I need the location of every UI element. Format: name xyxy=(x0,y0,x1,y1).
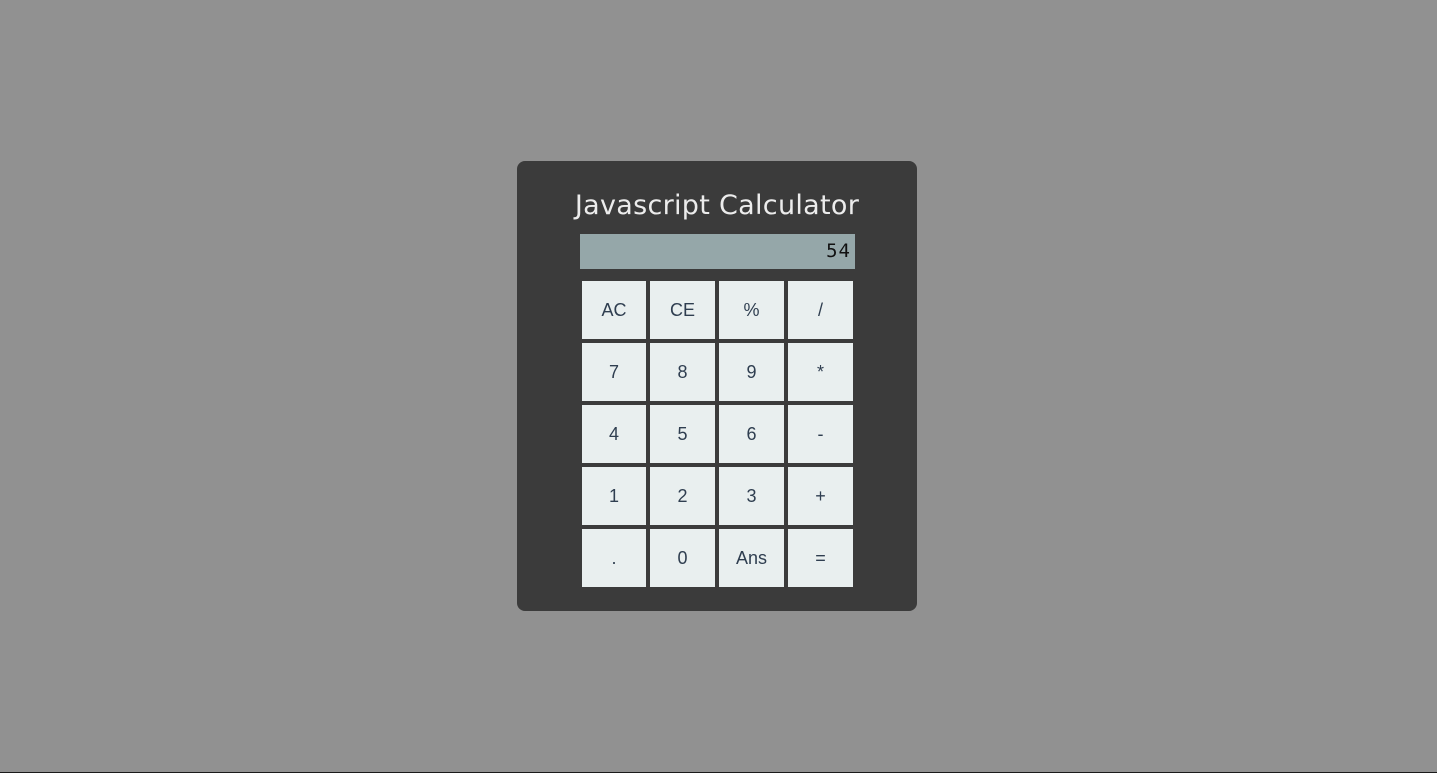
calculator-title-container: Javascript Calculator xyxy=(517,186,917,226)
keypad: AC CE % / 7 8 9 * 4 5 6 - 1 2 3 + . 0 An… xyxy=(582,281,854,587)
key-clear-entry[interactable]: CE xyxy=(650,281,715,339)
key-multiply[interactable]: * xyxy=(788,343,853,401)
key-4[interactable]: 4 xyxy=(582,405,646,463)
key-3[interactable]: 3 xyxy=(719,467,784,525)
key-2[interactable]: 2 xyxy=(650,467,715,525)
key-equals[interactable]: = xyxy=(788,529,853,587)
key-8[interactable]: 8 xyxy=(650,343,715,401)
key-1[interactable]: 1 xyxy=(582,467,646,525)
calculator-panel: Javascript Calculator 54 AC CE % / 7 8 9… xyxy=(517,161,917,611)
key-add[interactable]: + xyxy=(788,467,853,525)
key-percent[interactable]: % xyxy=(719,281,784,339)
key-answer[interactable]: Ans xyxy=(719,529,784,587)
key-subtract[interactable]: - xyxy=(788,405,853,463)
key-decimal[interactable]: . xyxy=(582,529,646,587)
key-0[interactable]: 0 xyxy=(650,529,715,587)
key-6[interactable]: 6 xyxy=(719,405,784,463)
key-5[interactable]: 5 xyxy=(650,405,715,463)
key-7[interactable]: 7 xyxy=(582,343,646,401)
key-all-clear[interactable]: AC xyxy=(582,281,646,339)
calculator-title: Javascript Calculator xyxy=(574,190,860,221)
calculator-display: 54 xyxy=(580,234,855,269)
key-9[interactable]: 9 xyxy=(719,343,784,401)
key-divide[interactable]: / xyxy=(788,281,853,339)
